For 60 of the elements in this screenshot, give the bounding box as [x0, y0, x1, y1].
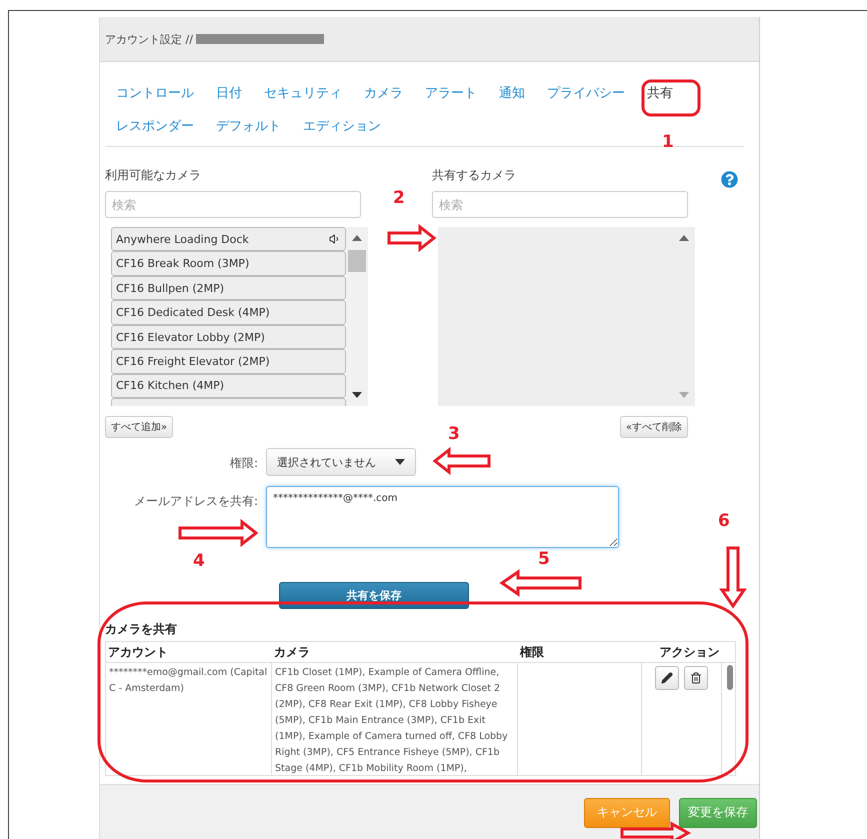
caret-icon[interactable]: [395, 459, 405, 465]
permission-dropdown[interactable]: 選択されていません: [266, 448, 416, 476]
speaker-icon: [329, 233, 341, 246]
trash-icon: [690, 672, 702, 684]
camera-list-item[interactable]: CF16 Break Room (3MP): [111, 251, 346, 276]
settings-tab[interactable]: エディション: [292, 116, 392, 134]
add-all-button[interactable]: すべて追加»: [105, 416, 174, 438]
camera-list-item[interactable]: Anywhere Loading Dock: [111, 227, 346, 252]
permission-label: 権限:: [228, 455, 258, 472]
step-number: 6: [718, 511, 730, 531]
save-button[interactable]: 変更を保存: [679, 798, 757, 828]
step-number: 2: [393, 188, 405, 208]
camera-list-item[interactable]: CF16 Elevator Lobby (2MP): [111, 324, 346, 350]
email-label: メールアドレスを共有:: [132, 493, 258, 510]
pencil-icon: [661, 672, 673, 684]
settings-tab[interactable]: 共有: [636, 84, 684, 102]
remove-all-button[interactable]: «すべて削除: [620, 416, 688, 438]
camera-list-item[interactable]: CF16 Dedicated Desk (4MP): [111, 300, 346, 325]
shared-heading: 共有するカメラ: [432, 167, 517, 184]
column-header: カメラ: [273, 644, 311, 661]
help-icon[interactable]: [721, 171, 738, 188]
arrow-annotation: [432, 446, 490, 476]
settings-tab[interactable]: コントロール: [105, 84, 205, 102]
highlight-outline: [642, 80, 700, 116]
settings-tab[interactable]: 通知: [488, 84, 536, 102]
table-cell: CF1b Closet (1MP), Example of Camera Offline, CF8 Green Room (3MP), CF1b Network Closet 2 (2MP), CF8 Rear Exit (1MP), CF8 Lobby Fisheye (5MP), CF1b Main Entrance (3MP), CF1b Exit (1MP), Example of Camera turned off, CF8 Lobby Right (3MP), CF5 Entrance Fisheye (5MP), CF1b Stage (4MP), CF1b Mobility Room (1MP),: [272, 663, 518, 775]
section-title: カメラを共有: [105, 621, 178, 638]
search-field[interactable]: 検索: [105, 191, 361, 218]
column-header: アカウント: [107, 644, 169, 661]
edit-button[interactable]: [655, 666, 679, 690]
scrollbar-thumb[interactable]: [348, 250, 366, 272]
step-number: 1: [662, 132, 674, 152]
settings-tab[interactable]: 日付: [205, 84, 253, 102]
camera-list-item[interactable]: CF16 Freight Elevator (2MP): [111, 349, 346, 374]
step-number: 4: [193, 551, 205, 571]
dialog-title: アカウント設定 //: [105, 32, 193, 46]
camera-list-item[interactable]: CF16 Bullpen (2MP): [111, 276, 346, 300]
camera-list-item[interactable]: CF16 Kitchen (4MP): [111, 374, 346, 398]
scroll-up-icon[interactable]: [679, 235, 689, 241]
scroll-down-icon[interactable]: [352, 392, 362, 398]
email-input-field[interactable]: **************@****.com: [266, 486, 619, 548]
arrow-annotation: [719, 546, 747, 609]
available-heading: 利用可能なカメラ: [105, 167, 202, 184]
search-field[interactable]: 検索: [432, 191, 688, 218]
settings-tab[interactable]: デフォルト: [205, 116, 292, 134]
step-number: 5: [538, 549, 550, 569]
arrow-annotation: [620, 821, 692, 839]
settings-tab[interactable]: アラート: [414, 84, 488, 102]
settings-tab[interactable]: カメラ: [353, 84, 414, 102]
step-number: 3: [448, 424, 460, 444]
delete-button[interactable]: [684, 666, 708, 690]
scroll-up-icon[interactable]: [352, 235, 362, 241]
column-header: 権限: [518, 644, 545, 661]
column-header: アクション: [658, 644, 720, 661]
scrollbar-thumb[interactable]: [727, 665, 733, 690]
settings-tab[interactable]: セキュリティ: [253, 84, 353, 102]
settings-tab[interactable]: プライバシー: [536, 84, 636, 102]
table-cell: ********emo@gmail.com (Capital C - Amsterdam): [106, 663, 272, 775]
settings-tab[interactable]: レスポンダー: [105, 116, 205, 134]
arrow-annotation: [388, 224, 436, 252]
